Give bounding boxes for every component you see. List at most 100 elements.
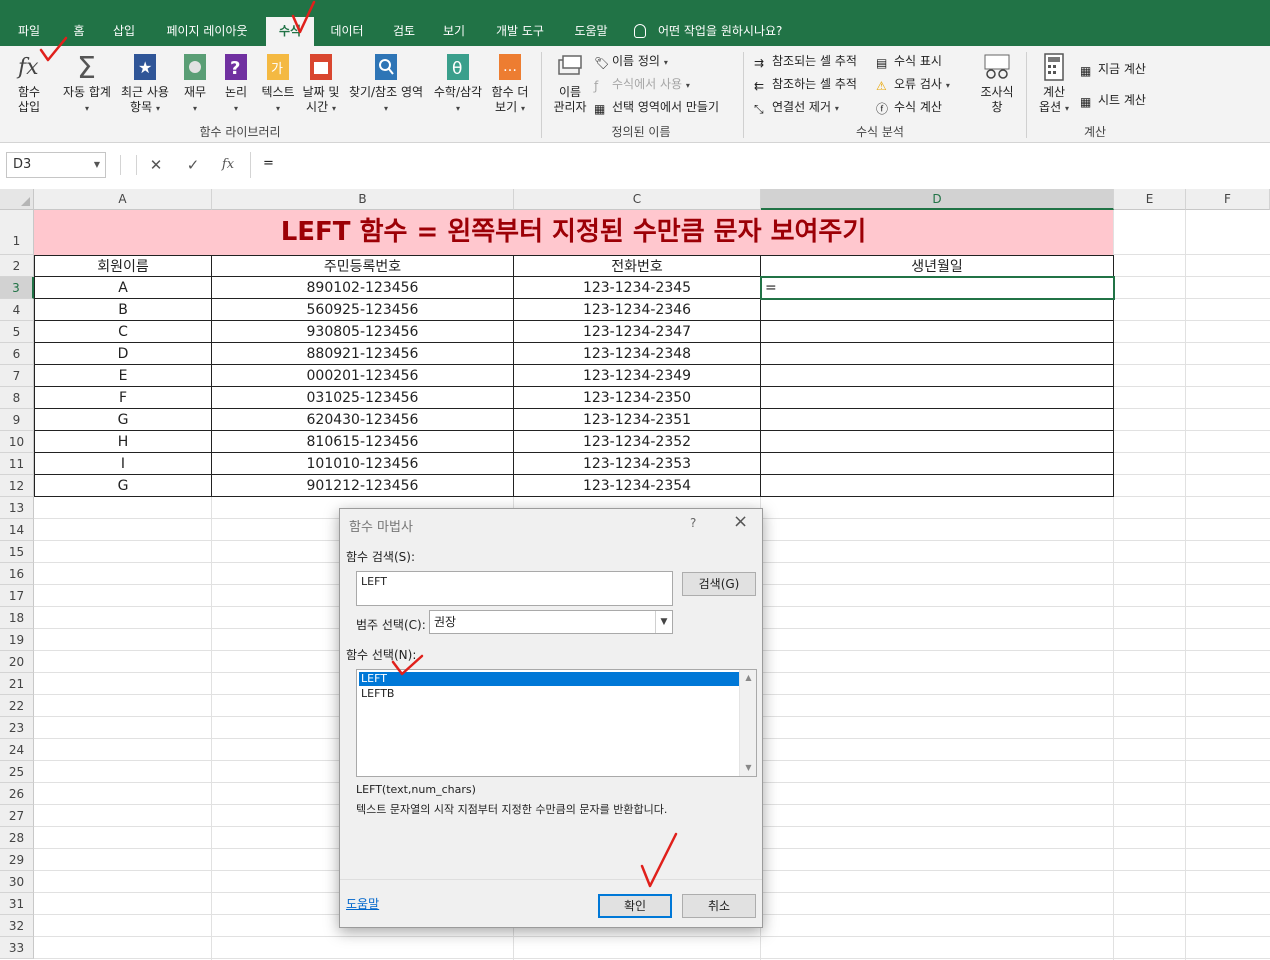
cell-birth-date[interactable] — [761, 299, 1114, 321]
select-all-corner[interactable] — [0, 189, 34, 210]
row-header[interactable]: 3 — [0, 277, 34, 299]
header-cell-resident-number[interactable]: 주민등록번호 — [212, 255, 514, 277]
cell-phone-number[interactable]: 123-1234-2349 — [514, 365, 761, 387]
row-header[interactable]: 17 — [0, 585, 34, 607]
row-header[interactable]: 15 — [0, 541, 34, 563]
row-header[interactable]: 8 — [0, 387, 34, 409]
cell-resident-number[interactable]: 880921-123456 — [212, 343, 514, 365]
watch-window-button[interactable]: 조사식 창 — [974, 52, 1020, 115]
column-header-e[interactable]: E — [1114, 189, 1186, 210]
cell-resident-number[interactable]: 901212-123456 — [212, 475, 514, 497]
cell-birth-date[interactable] — [761, 321, 1114, 343]
tab-formulas[interactable]: 수식 — [266, 17, 314, 46]
cell-member-name[interactable]: B — [34, 299, 212, 321]
row-header[interactable]: 10 — [0, 431, 34, 453]
category-select[interactable]: 권장 ▼ — [429, 610, 673, 634]
column-header-c[interactable]: C — [514, 189, 761, 210]
row-header[interactable]: 27 — [0, 805, 34, 827]
cell-member-name[interactable]: E — [34, 365, 212, 387]
cell-birth-date[interactable] — [761, 343, 1114, 365]
cell-member-name[interactable]: F — [34, 387, 212, 409]
cell-phone-number[interactable]: 123-1234-2354 — [514, 475, 761, 497]
cell-birth-date[interactable] — [761, 365, 1114, 387]
tab-home[interactable]: 홈 — [62, 17, 96, 46]
name-box[interactable]: D3 ▼ — [6, 152, 106, 178]
row-header[interactable]: 24 — [0, 739, 34, 761]
row-header[interactable]: 22 — [0, 695, 34, 717]
tell-me-search[interactable]: 어떤 작업을 원하시나요? — [634, 17, 782, 46]
autosum-button[interactable]: Σ 자동 합계 ▾ — [58, 51, 116, 116]
calc-options-button[interactable]: 계산 옵션 ▾ — [1032, 52, 1076, 116]
ok-button[interactable]: 확인 — [598, 894, 672, 918]
row-header[interactable]: 32 — [0, 915, 34, 937]
row-header[interactable]: 31 — [0, 893, 34, 915]
function-list[interactable]: LEFT LEFTB ▲ ▼ — [356, 669, 757, 777]
tab-page-layout[interactable]: 페이지 레이아웃 — [156, 17, 258, 46]
row-header[interactable]: 14 — [0, 519, 34, 541]
chevron-down-icon[interactable]: ▼ — [94, 153, 100, 177]
cell-phone-number[interactable]: 123-1234-2353 — [514, 453, 761, 475]
financial-button[interactable]: 재무 ▾ — [178, 52, 212, 116]
row-header[interactable]: 29 — [0, 849, 34, 871]
tab-insert[interactable]: 삽입 — [104, 17, 144, 46]
cell-resident-number[interactable]: 031025-123456 — [212, 387, 514, 409]
close-icon[interactable]: × — [733, 511, 748, 532]
row-header[interactable]: 5 — [0, 321, 34, 343]
row-header[interactable]: 33 — [0, 937, 34, 959]
insert-function-fx-icon[interactable]: fx — [217, 155, 239, 175]
row-header[interactable]: 18 — [0, 607, 34, 629]
insert-function-button[interactable]: fx 함수 삽입 — [10, 52, 48, 115]
cell-resident-number[interactable]: 620430-123456 — [212, 409, 514, 431]
cancel-icon[interactable]: ✕ — [145, 155, 167, 175]
row-header[interactable]: 23 — [0, 717, 34, 739]
row-header[interactable]: 21 — [0, 673, 34, 695]
cell-birth-date[interactable] — [761, 387, 1114, 409]
cell-resident-number[interactable]: 810615-123456 — [212, 431, 514, 453]
create-from-selection-button[interactable]: ▦ 선택 영역에서 만들기 — [594, 99, 719, 116]
active-cell-d3[interactable] — [760, 276, 1115, 300]
cell-phone-number[interactable]: 123-1234-2345 — [514, 277, 761, 299]
cell-phone-number[interactable]: 123-1234-2351 — [514, 409, 761, 431]
cell-phone-number[interactable]: 123-1234-2346 — [514, 299, 761, 321]
column-header-b[interactable]: B — [212, 189, 514, 210]
tab-help[interactable]: 도움말 — [566, 17, 616, 46]
tab-review[interactable]: 검토 — [384, 17, 424, 46]
row-header[interactable]: 19 — [0, 629, 34, 651]
formula-input[interactable]: = — [250, 152, 1270, 178]
cell-birth-date[interactable] — [761, 409, 1114, 431]
trace-dependents-button[interactable]: ⇇ 참조하는 셀 추적 — [754, 76, 857, 93]
row-header[interactable]: 9 — [0, 409, 34, 431]
row-header[interactable]: 11 — [0, 453, 34, 475]
row-header[interactable]: 2 — [0, 255, 34, 277]
tab-developer[interactable]: 개발 도구 — [486, 17, 554, 46]
row-header[interactable]: 28 — [0, 827, 34, 849]
remove-arrows-button[interactable]: ⤡ 연결선 제거 ▾ — [754, 99, 839, 117]
row-header[interactable]: 7 — [0, 365, 34, 387]
function-item-leftb[interactable]: LEFTB — [359, 687, 739, 701]
help-link[interactable]: 도움말 — [346, 895, 379, 912]
column-header-d[interactable]: D — [761, 189, 1114, 210]
row-header[interactable]: 30 — [0, 871, 34, 893]
row-header[interactable]: 25 — [0, 761, 34, 783]
cell-birth-date[interactable] — [761, 475, 1114, 497]
cell-member-name[interactable]: G — [34, 475, 212, 497]
column-header-a[interactable]: A — [34, 189, 212, 210]
tab-data[interactable]: 데이터 — [324, 17, 370, 46]
column-header-f[interactable]: F — [1186, 189, 1270, 210]
search-button[interactable]: 검색(G) — [682, 572, 756, 596]
cell-resident-number[interactable]: 890102-123456 — [212, 277, 514, 299]
evaluate-formula-button[interactable]: ⓕ 수식 계산 — [876, 99, 942, 116]
function-search-input[interactable]: LEFT — [356, 571, 673, 606]
datetime-button[interactable]: 날짜 및 시간 ▾ — [300, 52, 342, 116]
recent-functions-button[interactable]: ★ 최근 사용 항목 ▾ — [118, 52, 172, 116]
header-cell-birth-date[interactable]: 생년월일 — [761, 255, 1114, 277]
row-header[interactable]: 12 — [0, 475, 34, 497]
cell-member-name[interactable]: G — [34, 409, 212, 431]
cell-member-name[interactable]: H — [34, 431, 212, 453]
logical-button[interactable]: ? 논리 ▾ — [220, 52, 252, 116]
header-cell-member-name[interactable]: 회원이름 — [34, 255, 212, 277]
cell-phone-number[interactable]: 123-1234-2352 — [514, 431, 761, 453]
cell-birth-date[interactable] — [761, 453, 1114, 475]
scroll-down-icon[interactable]: ▼ — [740, 760, 757, 776]
tab-view[interactable]: 보기 — [434, 17, 474, 46]
